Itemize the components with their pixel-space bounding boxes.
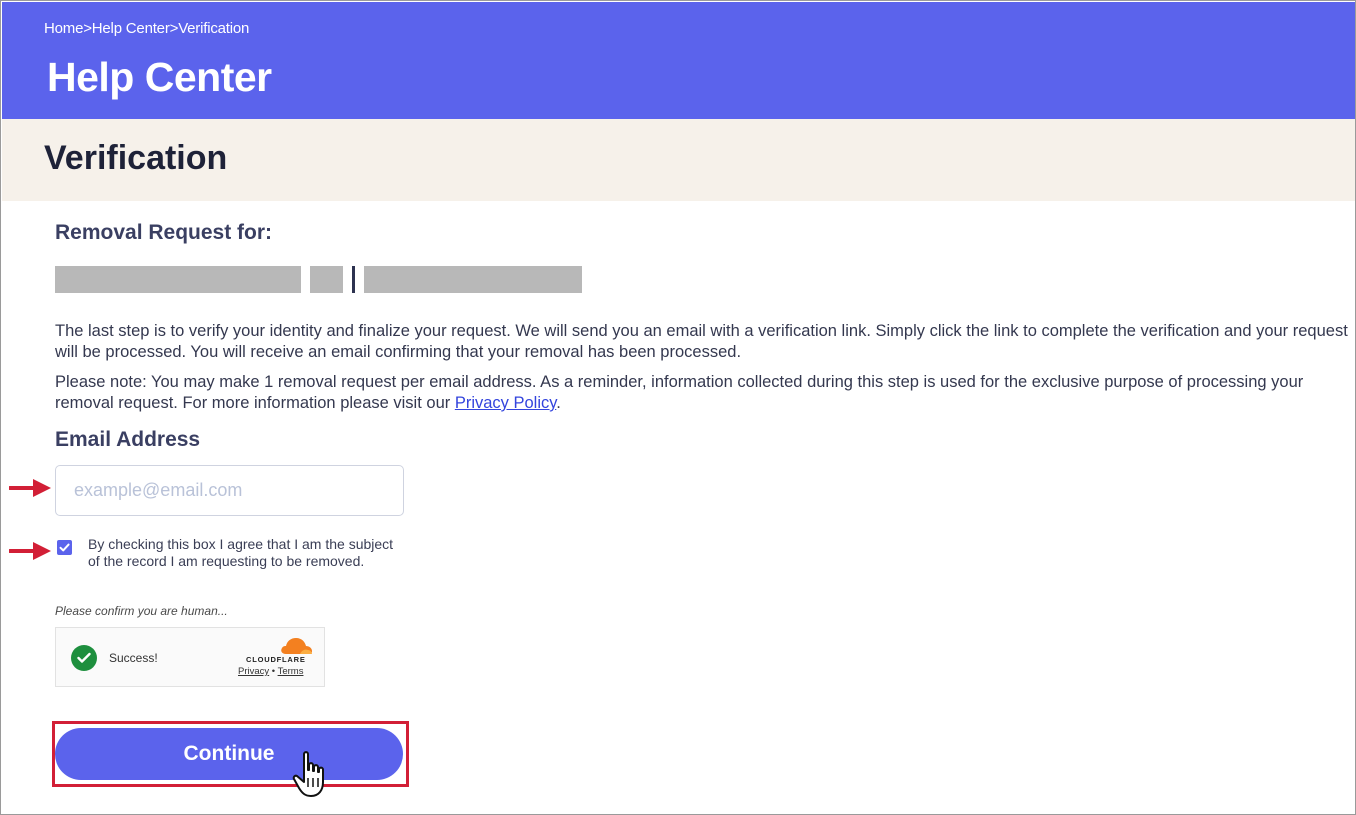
breadcrumb-separator: > (83, 20, 92, 37)
breadcrumb-separator: > (169, 20, 179, 37)
cloudflare-wordmark: CLOUDFLARE (246, 655, 306, 664)
instructions-paragraph: The last step is to verify your identity… (55, 322, 1348, 361)
continue-button[interactable]: Continue (55, 728, 403, 780)
pointer-hand-icon (292, 751, 324, 797)
captcha-separator: • (271, 666, 276, 677)
note-period: . (556, 394, 561, 412)
note-text: Please note: You may make 1 removal requ… (55, 373, 1304, 412)
removal-request-label: Removal Request for: (55, 221, 273, 244)
success-check-icon (71, 645, 97, 671)
header-title: Help Center (47, 54, 272, 100)
page-title: Verification (44, 139, 228, 177)
note-paragraph: Please note: You may make 1 removal requ… (55, 372, 1350, 414)
captcha-widget[interactable]: Success! CLOUDFLARE Privacy • Terms (55, 627, 325, 687)
email-label: Email Address (55, 428, 201, 451)
annotation-arrow-icon (9, 542, 51, 560)
breadcrumb-help-center[interactable]: Help Center (92, 20, 170, 37)
breadcrumb: Home>Help Center>Verification (44, 20, 249, 37)
cloudflare-logo-icon (281, 638, 312, 654)
breadcrumb-home[interactable]: Home (44, 20, 83, 37)
redacted-initial (310, 266, 343, 293)
subheader-band: Verification (2, 119, 1355, 201)
redacted-location (364, 266, 582, 293)
agree-checkbox[interactable] (57, 540, 72, 555)
site-header: Home>Help Center>Verification Help Cente… (2, 2, 1355, 119)
captcha-status: Success! (109, 651, 158, 665)
captcha-links: Privacy • Terms (238, 666, 303, 677)
redacted-name (55, 266, 301, 293)
privacy-policy-link[interactable]: Privacy Policy (455, 394, 556, 412)
redacted-divider (352, 266, 355, 293)
agree-checkbox-label[interactable]: By checking this box I agree that I am t… (88, 536, 398, 570)
human-confirm-note: Please confirm you are human... (55, 604, 228, 618)
breadcrumb-verification: Verification (178, 20, 250, 37)
check-icon (59, 543, 70, 552)
email-field[interactable] (55, 465, 404, 516)
captcha-privacy-link[interactable]: Privacy (238, 666, 269, 677)
annotation-arrow-icon (9, 479, 51, 497)
captcha-terms-link[interactable]: Terms (278, 666, 304, 677)
page-frame: Home>Help Center>Verification Help Cente… (0, 0, 1356, 815)
